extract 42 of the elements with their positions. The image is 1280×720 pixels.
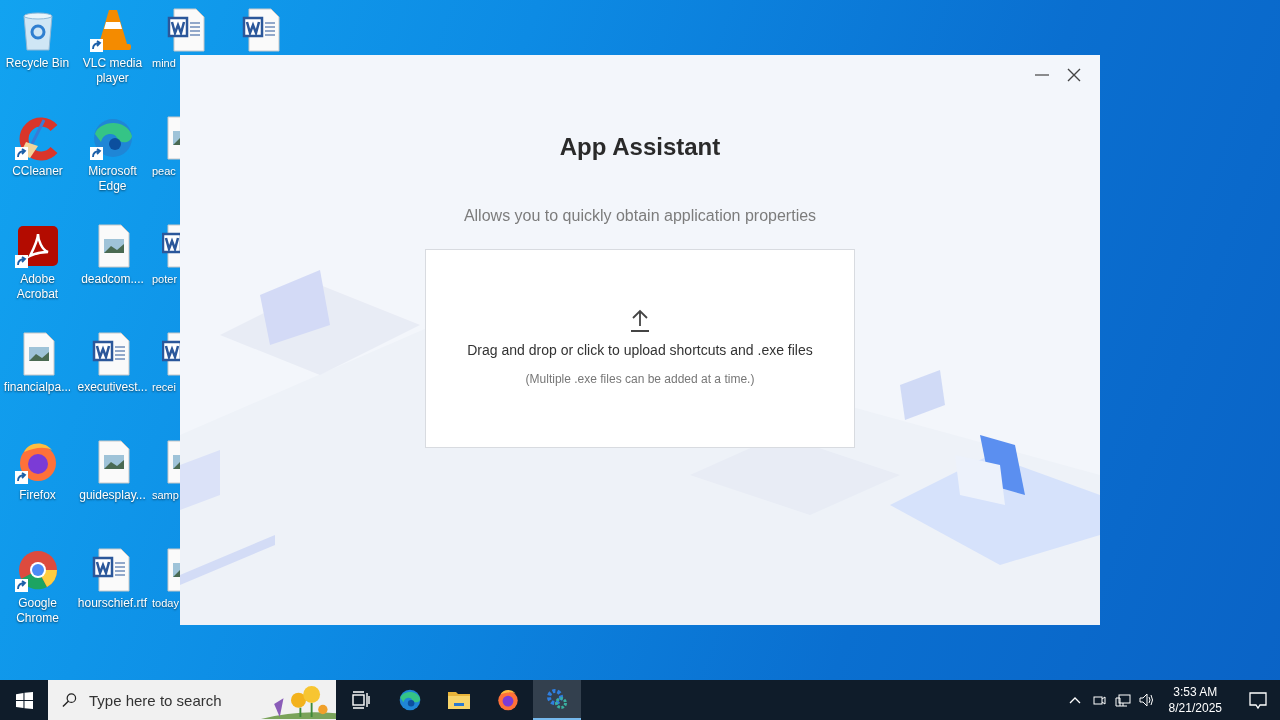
task-view-icon: [351, 690, 371, 710]
close-icon: [1066, 67, 1082, 83]
desktop-icon-label[interactable]: samp: [152, 488, 179, 503]
search-bar[interactable]: Type here to search: [48, 680, 336, 720]
speaker-icon[interactable]: [1138, 692, 1155, 708]
desktop-icon-label[interactable]: recei: [152, 380, 176, 395]
network-icon[interactable]: [1114, 692, 1131, 708]
desktop-icon-label[interactable]: poter: [152, 272, 178, 287]
upload-instruction: Drag and drop or click to upload shortcuts and .exe files: [467, 342, 813, 358]
clock[interactable]: 3:53 AM 8/21/2025: [1162, 684, 1228, 716]
minimize-icon: [1035, 74, 1049, 76]
desktop-icon-label[interactable]: VLC media player: [75, 56, 150, 86]
desktop-icon-label[interactable]: mind: [152, 56, 176, 71]
desktop-icon-label[interactable]: Adobe Acrobat: [0, 272, 75, 302]
clock-time: 3:53 AM: [1173, 684, 1218, 700]
upload-icon: [630, 308, 650, 332]
search-field[interactable]: Type here to search: [87, 690, 261, 710]
desktop-icon-label[interactable]: today: [152, 596, 179, 611]
gear-app-taskbar-button[interactable]: [533, 680, 581, 720]
firefox-icon: [495, 687, 521, 713]
desktop-icon-label[interactable]: Firefox: [19, 488, 56, 503]
clock-date: 8/21/2025: [1168, 700, 1222, 716]
edge-icon: [397, 687, 423, 713]
desktop-icon-label[interactable]: guidesplay...: [79, 488, 146, 503]
upload-drop-zone[interactable]: Drag and drop or click to upload shortcuts and .exe files (Multiple .exe files can be added at a time.): [425, 249, 855, 448]
upload-hint: (Multiple .exe files can be added at a time.): [525, 372, 755, 386]
desktop-icon-label[interactable]: deadcom....: [81, 272, 144, 287]
desktop-icon-label[interactable]: peac: [152, 164, 176, 179]
desktop-icon-label[interactable]: Microsoft Edge: [75, 164, 150, 194]
gear-icon: [545, 687, 569, 711]
desktop-icon-label[interactable]: financialpa...: [3, 380, 72, 395]
desktop-icon-label[interactable]: CCleaner: [12, 164, 63, 179]
subtitle: Allows you to quickly obtain application properties: [463, 207, 817, 225]
desktop-icon-label[interactable]: executivest...: [77, 380, 148, 395]
desktop-icon-label[interactable]: hourschief.rtf: [77, 596, 148, 611]
window-title: App Assistant: [559, 133, 721, 161]
notifications-icon[interactable]: [1248, 690, 1268, 710]
desktop-icon-label[interactable]: Google Chrome: [0, 596, 75, 626]
folder-icon: [447, 690, 471, 710]
windows-logo-icon: [15, 691, 33, 709]
search-icon: [62, 692, 77, 708]
desktop-icon-label[interactable]: Recycle Bin: [5, 56, 70, 71]
